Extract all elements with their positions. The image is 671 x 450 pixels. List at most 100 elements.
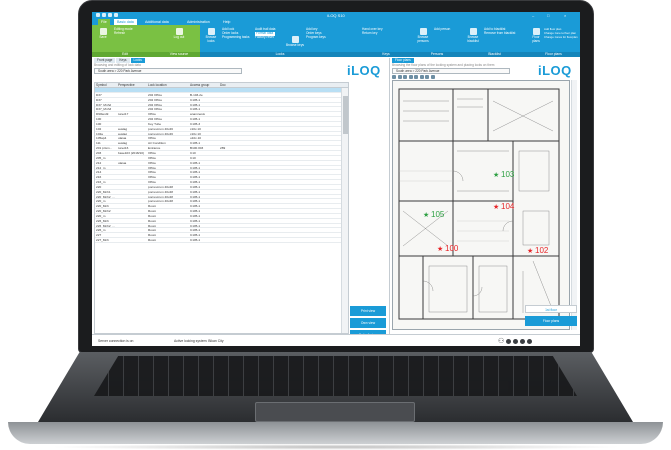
address-selector[interactable]: South area > 220 Park Avenue: [94, 68, 242, 74]
floor-plans-list-button[interactable]: Floor plans: [525, 316, 577, 326]
refresh-button[interactable]: Refresh: [114, 31, 133, 36]
table-cell: Room: [148, 238, 157, 242]
table-cell: [117, 98, 147, 102]
browse-keys-button[interactable]: Browse keys: [285, 36, 305, 48]
floor-plans-button[interactable]: Floor plans: [529, 28, 543, 43]
table-cell: C105-1: [190, 189, 201, 194]
export-icon[interactable]: [430, 75, 435, 79]
table-cell: base103 (2018/10): [118, 150, 144, 155]
print-view-button[interactable]: Print view: [350, 306, 386, 316]
table-cell: C105-1: [190, 160, 201, 165]
ribbon: Save Editing mode Refresh Edit Log out V…: [92, 25, 580, 57]
col-symbol[interactable]: Symbol: [95, 83, 117, 87]
pointer-icon[interactable]: [392, 75, 396, 79]
group-keys: Hand over key Return key Keys: [360, 25, 412, 57]
print-icon[interactable]: [425, 75, 429, 79]
close-button[interactable]: ×: [564, 13, 566, 18]
table-row[interactable]: 227_Mnh Room C105-1: [95, 238, 348, 243]
lock-marker-100[interactable]: 100: [445, 244, 459, 253]
table-cell: 102: [96, 126, 102, 131]
window-title: iLOQ S10: [327, 13, 345, 18]
active-system-status: Active locking system: Bikan City: [174, 339, 224, 343]
group-locks: Browse locks Add lock Order locks Progra…: [200, 25, 360, 57]
browse-persons-button[interactable]: Browse persons: [414, 28, 432, 43]
col-perspective[interactable]: Perspective: [117, 83, 147, 87]
group-floor-plans: Floor plans Add floor plan Change zone t…: [527, 25, 580, 57]
change-zones-button[interactable]: Change zones for floorplan: [544, 35, 578, 40]
table-cell: Key Tube: [148, 121, 162, 126]
table-cell: C105-1: [190, 218, 201, 223]
return-key-button[interactable]: Return key: [362, 31, 383, 36]
factory-reset-button[interactable]: Factory reset: [255, 35, 275, 40]
table-scrollbar[interactable]: [341, 88, 348, 333]
table-cell: Office: [148, 155, 157, 160]
save-icon: [99, 28, 107, 35]
table-cell: Office: [148, 175, 157, 180]
col-doc[interactable]: Doc: [219, 83, 229, 87]
browse-blacklist-button[interactable]: Browse blacklist: [464, 28, 482, 43]
lock-marker-105[interactable]: 105: [431, 210, 445, 219]
locks-list-2: Audit trail data Format data Factory res…: [255, 27, 276, 40]
zoom-in-icon[interactable]: [403, 75, 407, 79]
table-cell: 227_Mnh: [96, 238, 109, 242]
add-person-button[interactable]: Add person: [434, 27, 450, 32]
fit-icon[interactable]: [414, 75, 418, 79]
close-icon: [175, 28, 183, 35]
table-cell: C105-1: [190, 228, 201, 233]
scroll-thumb[interactable]: [343, 96, 348, 134]
locks-list: Add lock Order locks Programming tasks: [222, 27, 249, 40]
table-cell: C105-1: [190, 184, 201, 189]
save-button[interactable]: Save: [95, 28, 111, 40]
group-view-label: View source: [158, 52, 200, 57]
status-bar: Server connection is on Active locking s…: [92, 334, 580, 346]
floor-1-button[interactable]: 1st floor: [525, 305, 577, 313]
indicator-dot: [506, 338, 512, 344]
table-cell: [117, 170, 147, 174]
table-cell: [117, 219, 147, 223]
table-cell: [189, 88, 219, 92]
group-locks-label: Locks: [200, 52, 360, 57]
own-view-button[interactable]: Own view: [350, 318, 386, 328]
table-cell: B-103-2e: [190, 92, 203, 97]
table-cell: [219, 166, 229, 170]
table-cell: [219, 98, 229, 102]
laptop-photo: iLOQ S10 – □ × File Basic data Additiona…: [0, 0, 671, 450]
table-cell: [147, 88, 189, 92]
table-cell: [117, 175, 147, 179]
minimize-button[interactable]: –: [532, 13, 534, 18]
rotate-icon[interactable]: [419, 75, 424, 79]
table-cell: Room: [148, 218, 157, 223]
table-cell: [219, 199, 229, 203]
table-cell: [219, 180, 229, 184]
col-access-group[interactable]: Access group: [189, 83, 219, 87]
table-cell: [219, 112, 229, 116]
program-keys-button[interactable]: Program keys: [306, 35, 326, 40]
edit-list: Editing mode Refresh: [114, 27, 133, 36]
floor-plan-canvas[interactable]: 103 104 105 100 102 ★ ★ ★ ★ ★: [392, 80, 570, 330]
key-reader-icon: ⚇: [498, 338, 505, 345]
table-cell: 227: [96, 233, 102, 238]
floor-address-selector[interactable]: South area > 220 Park Avenue: [392, 68, 510, 74]
col-lock-location[interactable]: Lock location: [147, 83, 189, 87]
zoom-out-icon[interactable]: [408, 75, 413, 79]
green-star-icon: ★: [493, 171, 499, 179]
table-cell: C10: [190, 155, 196, 160]
logout-button[interactable]: Log out: [164, 28, 194, 40]
persons-list: Add person: [434, 27, 450, 32]
remove-from-blacklist-button[interactable]: Remove from blacklist: [484, 31, 515, 36]
floor-plan-panel: Floor plans Browsing the floor plans of …: [389, 58, 580, 334]
lock-marker-102[interactable]: 102: [535, 246, 549, 255]
lock-marker-104[interactable]: 104: [501, 202, 515, 211]
move-icon[interactable]: [397, 75, 402, 79]
table-cell: Office: [148, 170, 157, 175]
plan-toolbar: [392, 75, 435, 79]
plan-scrollbar[interactable]: [571, 80, 577, 330]
programming-tasks-button[interactable]: Programming tasks: [222, 35, 249, 40]
maximize-button[interactable]: □: [547, 13, 549, 18]
browse-locks-button[interactable]: Browse locks: [202, 28, 220, 43]
indicator-dot: [513, 338, 519, 344]
table-cell: 226_Mnh: [96, 218, 109, 223]
lock-marker-103[interactable]: 103: [501, 170, 515, 179]
table-cell: [117, 214, 147, 218]
table-cell: [219, 170, 229, 174]
